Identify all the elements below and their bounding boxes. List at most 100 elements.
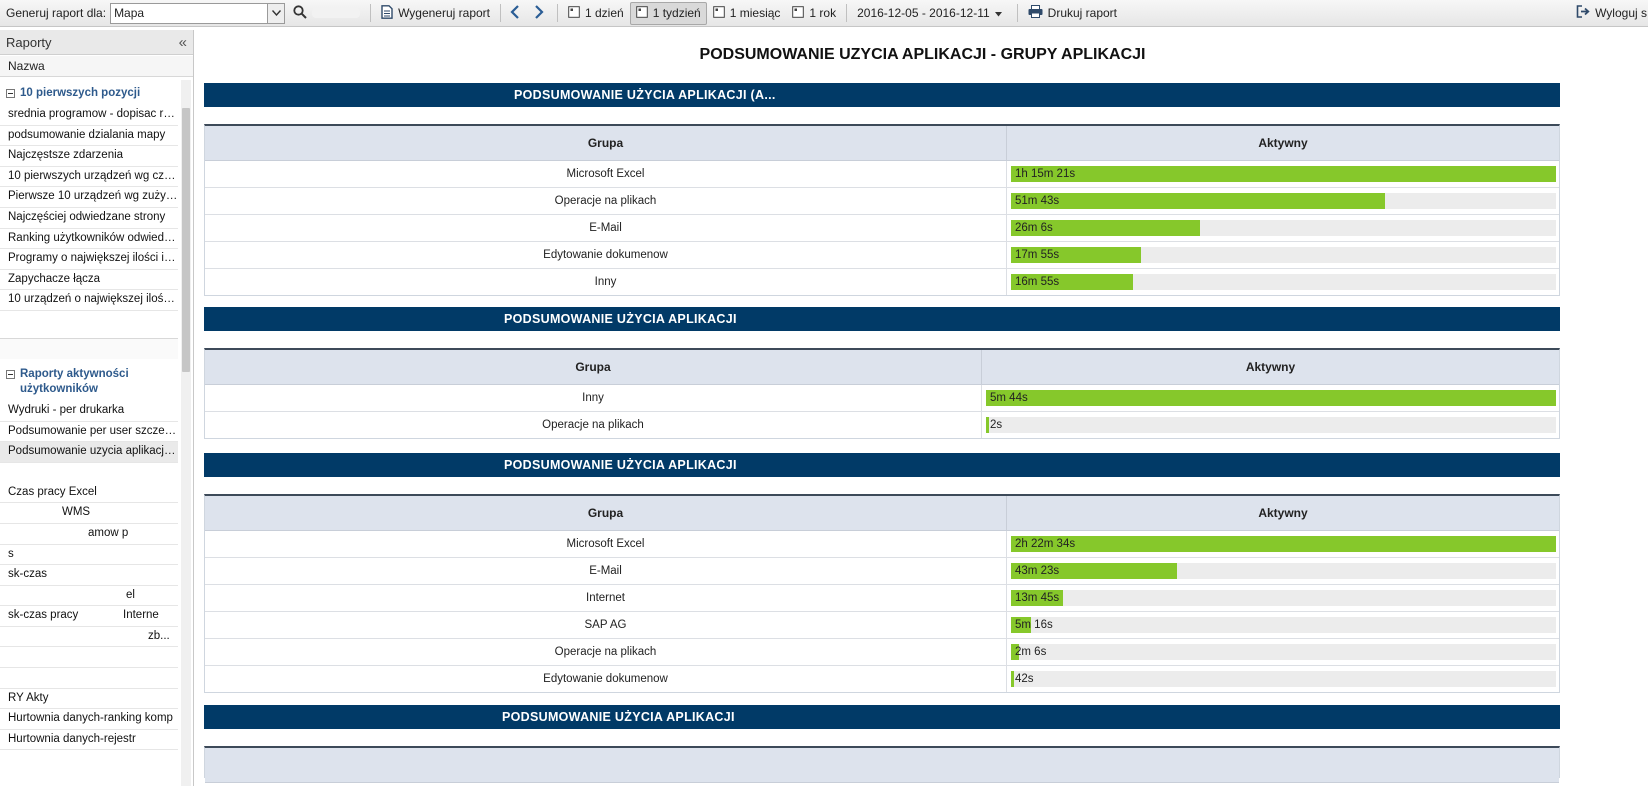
report-item[interactable]: s (0, 545, 178, 566)
report-item[interactable]: el (0, 586, 178, 607)
range-button-week[interactable]: 1 tydzień (629, 1, 707, 25)
calendar-icon (712, 5, 730, 21)
logout-button[interactable]: Wyloguj s (1570, 2, 1648, 25)
scrollbar-thumb[interactable] (182, 108, 190, 372)
column-header-active: Aktywny (1258, 136, 1308, 150)
usage-bar-label: 13m 45s (1015, 592, 1060, 604)
next-period-button[interactable] (529, 2, 553, 25)
calendar-icon (792, 5, 809, 21)
report-item[interactable] (0, 668, 178, 689)
report-item[interactable]: Zapychacze łącza (0, 270, 178, 291)
collapse-box-icon[interactable] (6, 89, 15, 98)
toolbar-divider (557, 4, 558, 22)
report-item[interactable]: Ranking użytkowników odwiedzaj... (0, 229, 178, 250)
usage-table: Grupa Aktywny Inny 5m 44s Operacje na pl… (204, 348, 1560, 439)
table-row: Inny 5m 44s (205, 385, 1559, 411)
group-cell: SAP AG (205, 612, 1007, 638)
collapse-box-icon[interactable] (6, 369, 15, 379)
chevron-left-icon (509, 4, 525, 22)
generate-report-button[interactable]: Wygeneruj raport (375, 2, 496, 25)
active-cell: 51m 43s (1007, 188, 1559, 214)
search-icon (293, 4, 312, 22)
table-row: Operacje na plikach 2m 6s (205, 638, 1559, 665)
report-item[interactable]: RY Akty (0, 689, 178, 710)
group-gap (0, 463, 178, 483)
range-button-year[interactable]: 1 rok (786, 2, 842, 25)
report-item[interactable]: podsumowanie dzialania mapy (0, 126, 178, 147)
usage-bar-fill (1011, 671, 1014, 687)
toolbar-divider (1016, 4, 1018, 22)
group-cell: Microsoft Excel (205, 531, 1007, 557)
generate-for-label: Generuj raport dla: (6, 6, 107, 20)
report-item[interactable] (0, 647, 178, 669)
report-item[interactable]: Pierwsze 10 urządzeń wg zużycia... (0, 187, 178, 208)
usage-bar-label: 26m 6s (1015, 222, 1053, 234)
collapse-sidebar-icon[interactable]: « (179, 34, 187, 51)
column-header-name[interactable]: Nazwa (0, 56, 193, 77)
reports-sidebar: Raporty « Nazwa 10 pierwszych pozycji sr… (0, 30, 194, 786)
toolbar-divider (370, 4, 372, 22)
chevron-right-icon (534, 4, 549, 22)
report-item[interactable]: Wydruki - per drukarka (0, 401, 178, 422)
section-banner: PODSUMOWANIE UŻYCIA APLIKACJI (204, 307, 1560, 331)
generate-report-label: Wygeneruj raport (398, 6, 490, 20)
report-target-select[interactable]: Mapa (110, 2, 286, 24)
date-range-picker[interactable]: 2016-12-05 - 2016-12-11 (851, 2, 1013, 25)
usage-bar-fill (1011, 166, 1556, 182)
report-item[interactable]: zb... (0, 627, 178, 648)
table-header: Grupa Aktywny (205, 126, 1559, 161)
toolbar: Generuj raport dla: Mapa Wygeneruj rapor… (0, 0, 1648, 27)
report-item[interactable]: Hurtownia danych-rejestr (0, 730, 178, 751)
previous-period-button[interactable] (505, 2, 529, 25)
search-button[interactable] (287, 2, 366, 25)
table-row: Microsoft Excel 1h 15m 21s (205, 161, 1559, 187)
usage-bar-label: 43m 23s (1015, 565, 1060, 577)
report-item[interactable]: sk-czas pracy Interne (0, 606, 178, 627)
report-item[interactable]: Hurtownia danych-ranking komp (0, 709, 178, 730)
report-title: PODSUMOWANIE UZYCIA APLIKACJI - GRUPY AP… (699, 46, 1146, 63)
usage-bar-label: 2s (990, 419, 1003, 431)
table-row: E-Mail 26m 6s (205, 214, 1559, 241)
group-top-10[interactable]: 10 pierwszych pozycji (0, 80, 178, 105)
table-row: Edytowanie dokumenow 42s (205, 665, 1559, 692)
sidebar-scrollbar[interactable] (181, 80, 191, 786)
usage-table: Grupa Aktywny Microsoft Excel 2h 22m 34s… (204, 494, 1560, 693)
group-label: 10 pierwszych pozycji (20, 87, 141, 99)
range-button-day[interactable]: 1 dzień (562, 2, 630, 25)
group-cell: Operacje na plikach (205, 188, 1007, 214)
active-cell: 2s (982, 412, 1559, 438)
usage-bar-track: 2s (986, 417, 1556, 433)
usage-bar-fill (1011, 536, 1556, 552)
usage-table (204, 746, 1560, 783)
column-header-label: Nazwa (8, 59, 45, 73)
usage-bar-label: 42s (1015, 673, 1034, 685)
report-content: PODSUMOWANIE UZYCIA APLIKACJI - GRUPY AP… (197, 30, 1648, 786)
chevron-down-icon[interactable] (267, 3, 285, 23)
section-heading: PODSUMOWANIE UŻYCIA APLIKACJI (504, 458, 737, 472)
report-item[interactable]: WMS (0, 503, 178, 524)
report-item[interactable]: Programy o największej ilości ins... (0, 249, 178, 270)
usage-bar-fill (1011, 193, 1385, 209)
group-user-activity[interactable]: Raporty aktywności użytkowników (0, 359, 178, 401)
report-item[interactable]: Podsumowanie per user szczegol... (0, 422, 178, 443)
active-cell: 16m 55s (1007, 269, 1559, 295)
column-header-group: Grupa (205, 126, 1007, 160)
report-item[interactable]: amow p (0, 524, 178, 545)
report-item-selected[interactable]: Podsumowanie uzycia aplikacji - ... (0, 442, 178, 463)
report-item[interactable]: 10 pierwszych urządzeń wg czas... (0, 167, 178, 188)
table-row: Inny 16m 55s (205, 268, 1559, 295)
range-label-month: 1 miesiąc (729, 6, 781, 20)
print-report-button[interactable]: Drukuj raport (1022, 2, 1123, 25)
report-item[interactable]: Najczęstsze zdarzenia (0, 146, 178, 167)
column-header-active: Aktywny (1245, 360, 1296, 374)
table-header: Grupa Aktywny (205, 496, 1559, 531)
active-cell: 2h 22m 34s (1007, 531, 1559, 557)
report-item[interactable]: srednia programow - dopisac res... (0, 105, 178, 126)
report-item[interactable]: 10 urządzeń o największej ilości ... (0, 290, 178, 311)
table-row: SAP AG 5m 16s (205, 611, 1559, 638)
group-label: Raporty aktywności użytkowników (20, 367, 129, 395)
report-item[interactable]: sk-czas (0, 565, 178, 586)
range-button-month[interactable]: 1 miesiąc (707, 2, 787, 25)
report-item[interactable]: Czas pracy Excel (0, 483, 178, 504)
report-item[interactable]: Najczęściej odwiedzane strony (0, 208, 178, 229)
